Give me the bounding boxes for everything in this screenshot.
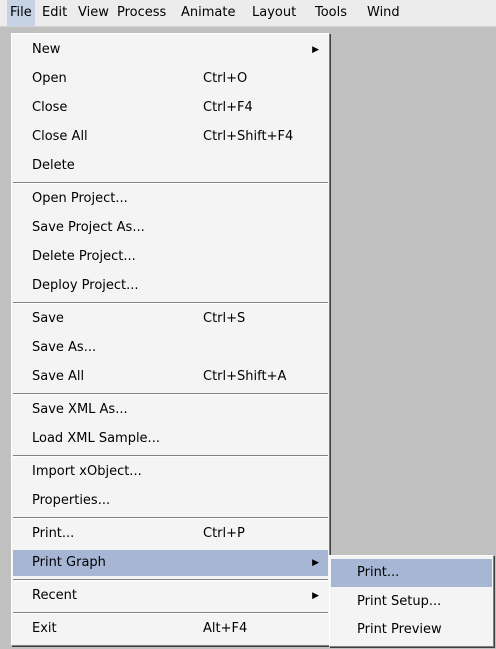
menu-item-save-project-as[interactable]: Save Project As...: [13, 215, 328, 241]
submenu-arrow-icon: ▶: [312, 45, 319, 55]
menu-separator: [13, 517, 328, 519]
menu-separator: [13, 302, 328, 304]
print-graph-submenu: Print... Print Setup... Print Preview: [329, 555, 494, 647]
menu-item-label: Print...: [357, 565, 400, 580]
menu-tools[interactable]: Tools: [312, 0, 350, 26]
menu-item-label: Recent: [32, 588, 77, 603]
menu-item-save-xml-as[interactable]: Save XML As...: [13, 397, 328, 423]
menu-layout[interactable]: Layout: [249, 0, 299, 26]
menu-process[interactable]: Process: [114, 0, 169, 26]
menu-item-label: Print Graph: [32, 555, 106, 570]
menu-item-label: Delete Project...: [32, 249, 136, 264]
menu-item-label: Save As...: [32, 340, 97, 355]
menu-item-exit[interactable]: Exit Alt+F4: [13, 616, 328, 642]
file-menu-dropdown: New ▶ Open Ctrl+O Close Ctrl+F4 Close Al…: [11, 33, 330, 646]
submenu-item-print[interactable]: Print...: [331, 559, 492, 587]
menu-item-save[interactable]: Save Ctrl+S: [13, 306, 328, 332]
menu-item-import-xobject[interactable]: Import xObject...: [13, 459, 328, 485]
submenu-arrow-icon: ▶: [312, 591, 319, 601]
menu-item-close-all[interactable]: Close All Ctrl+Shift+F4: [13, 124, 328, 150]
menu-item-shortcut: Ctrl+P: [203, 526, 245, 541]
menu-item-label: Open Project...: [32, 191, 128, 206]
menu-item-save-all[interactable]: Save All Ctrl+Shift+A: [13, 364, 328, 390]
menu-item-label: Close All: [32, 129, 88, 144]
menu-item-deploy-project[interactable]: Deploy Project...: [13, 273, 328, 299]
menu-item-label: Print Setup...: [357, 594, 442, 609]
menu-animate[interactable]: Animate: [178, 0, 238, 26]
menu-view[interactable]: View: [75, 0, 112, 26]
submenu-item-print-preview[interactable]: Print Preview: [331, 616, 492, 644]
menu-item-label: Print Preview: [357, 622, 442, 637]
menu-item-shortcut: Ctrl+S: [203, 311, 246, 326]
menu-item-close[interactable]: Close Ctrl+F4: [13, 95, 328, 121]
menu-item-label: Close: [32, 100, 68, 115]
menu-item-delete[interactable]: Delete: [13, 153, 328, 179]
menu-item-print[interactable]: Print... Ctrl+P: [13, 521, 328, 547]
menu-item-label: Delete: [32, 158, 75, 173]
menu-separator: [13, 455, 328, 457]
menu-item-load-xml-sample[interactable]: Load XML Sample...: [13, 426, 328, 452]
menu-item-label: Save XML As...: [32, 402, 128, 417]
menu-item-label: Deploy Project...: [32, 278, 139, 293]
submenu-arrow-icon: ▶: [312, 558, 319, 568]
menu-item-shortcut: Ctrl+O: [203, 71, 248, 86]
menu-item-label: Exit: [32, 621, 57, 636]
menu-item-recent[interactable]: Recent ▶: [13, 583, 328, 609]
menu-item-save-as[interactable]: Save As...: [13, 335, 328, 361]
menu-item-label: Save All: [32, 369, 85, 384]
menu-item-new[interactable]: New ▶: [13, 37, 328, 63]
menu-item-label: Load XML Sample...: [32, 431, 160, 446]
menu-item-delete-project[interactable]: Delete Project...: [13, 244, 328, 270]
menu-bar: File Edit View Process Animate Layout To…: [0, 0, 496, 27]
menu-item-label: Import xObject...: [32, 464, 142, 479]
menu-item-open-project[interactable]: Open Project...: [13, 186, 328, 212]
menu-edit[interactable]: Edit: [39, 0, 70, 26]
menu-separator: [13, 612, 328, 614]
menu-item-label: Open: [32, 71, 67, 86]
menu-item-shortcut: Ctrl+F4: [203, 100, 253, 115]
menu-item-label: New: [32, 42, 61, 57]
menu-item-label: Properties...: [32, 493, 111, 508]
menu-window[interactable]: Wind: [364, 0, 403, 26]
menu-separator: [13, 182, 328, 184]
menu-file[interactable]: File: [7, 0, 35, 26]
menu-item-label: Save Project As...: [32, 220, 145, 235]
menu-item-shortcut: Alt+F4: [203, 621, 248, 636]
menu-item-shortcut: Ctrl+Shift+F4: [203, 129, 294, 144]
menu-item-shortcut: Ctrl+Shift+A: [203, 369, 287, 384]
menu-separator: [13, 579, 328, 581]
submenu-item-print-setup[interactable]: Print Setup...: [331, 588, 492, 616]
menu-separator: [13, 393, 328, 395]
menu-item-label: Print...: [32, 526, 75, 541]
menu-item-print-graph[interactable]: Print Graph ▶: [13, 550, 328, 576]
menu-item-properties[interactable]: Properties...: [13, 488, 328, 514]
menu-item-open[interactable]: Open Ctrl+O: [13, 66, 328, 92]
menu-item-label: Save: [32, 311, 64, 326]
